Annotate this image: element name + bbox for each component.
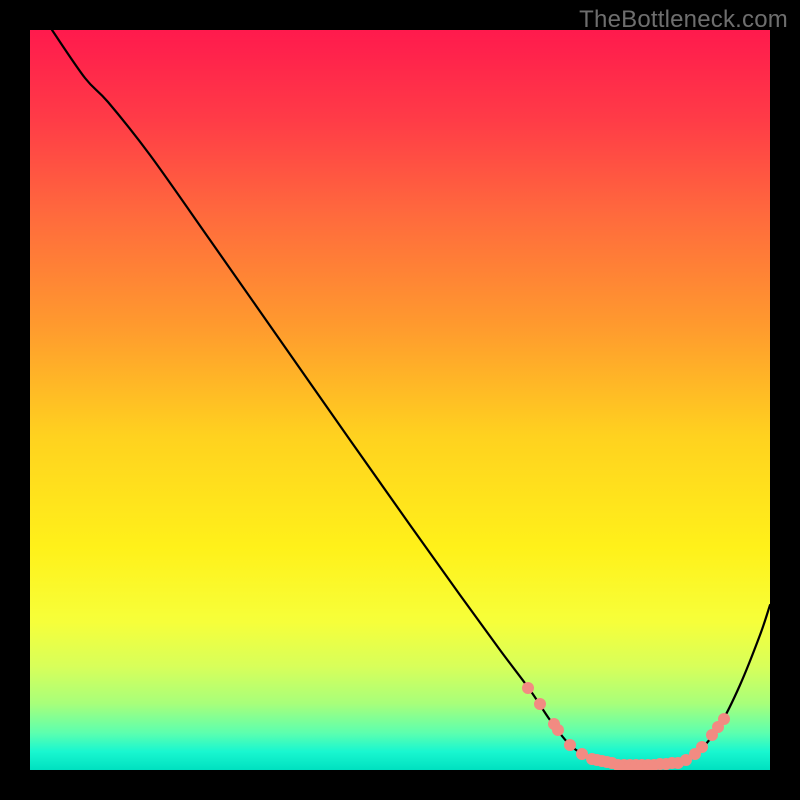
marker-dot (718, 713, 730, 725)
chart-svg (30, 30, 770, 770)
marker-dot (522, 682, 534, 694)
marker-dot (564, 739, 576, 751)
watermark-text: TheBottleneck.com (579, 6, 788, 34)
chart-background (30, 30, 770, 770)
marker-dot (534, 698, 546, 710)
marker-dot (552, 724, 564, 736)
marker-dot (696, 741, 708, 753)
